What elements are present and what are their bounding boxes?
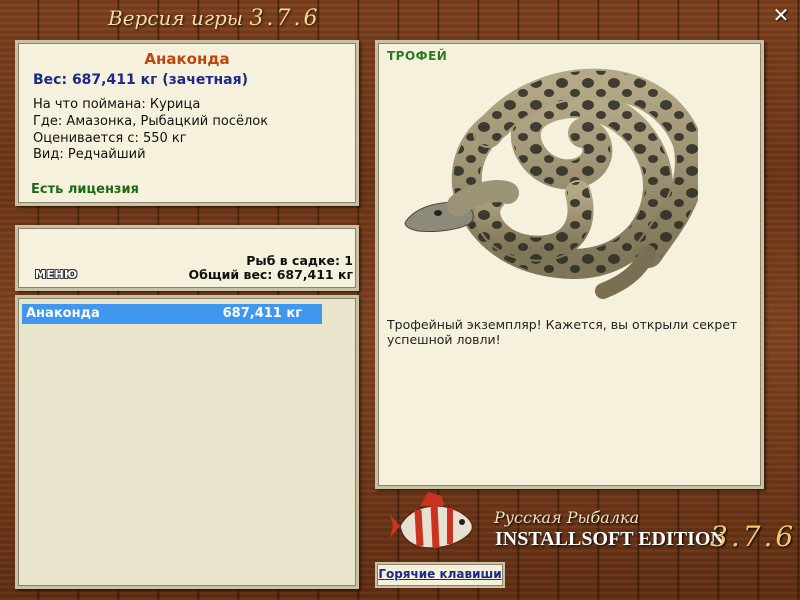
fish-weight: Вес: 687,411 кг (зачетная) xyxy=(33,72,248,88)
game-version-title: Версия игры 3.7.6 xyxy=(108,6,320,31)
close-icon[interactable]: ✕ xyxy=(770,4,792,26)
menu-button[interactable]: МЕНЮ xyxy=(35,268,78,281)
keepnet-total-weight: Общий вес: 687,411 кг xyxy=(188,267,354,282)
trophy-description: Трофейный экземпляр! Кажется, вы открыли… xyxy=(387,317,738,347)
caught-with: На что поймана: Курица xyxy=(33,97,201,112)
fish-name: Анаконда xyxy=(144,50,230,68)
logo-edition: INSTALLSOFT EDITION xyxy=(495,528,725,550)
license-status: Есть лицензия xyxy=(31,182,139,197)
list-item-weight: 687,411 кг xyxy=(222,306,302,321)
catch-list-panel: Анаконда 687,411 кг xyxy=(15,295,359,589)
title-bar: Версия игры 3.7.6 ✕ xyxy=(0,0,800,38)
rated-from: Оценивается с: 550 кг xyxy=(33,131,187,146)
logo-title: Русская Рыбалка xyxy=(494,508,640,527)
species-rarity: Вид: Редчайший xyxy=(33,147,146,162)
fish-info-panel: Анаконда Вес: 687,411 кг (зачетная) На ч… xyxy=(15,40,359,206)
game-version-number: 3.7.6 xyxy=(249,6,321,31)
list-item[interactable]: Анаконда 687,411 кг xyxy=(22,304,322,324)
fish-logo-icon xyxy=(390,492,474,549)
caught-where: Где: Амазонка, Рыбацкий посёлок xyxy=(33,114,269,129)
anaconda-image xyxy=(404,68,698,299)
trophy-panel: ТРОФЕЙ Трофейный экземпляр! Кажется, вы … xyxy=(375,40,764,489)
list-item-name: Анаконда xyxy=(26,306,100,321)
keepnet-panel: МЕНЮ Рыб в садке: 1 Общий вес: 687,411 к… xyxy=(15,225,359,291)
hotkeys-button[interactable]: Горячие клавиши xyxy=(375,562,505,588)
logo-version: 3.7.6 xyxy=(710,520,797,553)
keepnet-count: Рыб в садке: 1 xyxy=(246,253,353,268)
game-version-label: Версия игры xyxy=(108,6,244,30)
